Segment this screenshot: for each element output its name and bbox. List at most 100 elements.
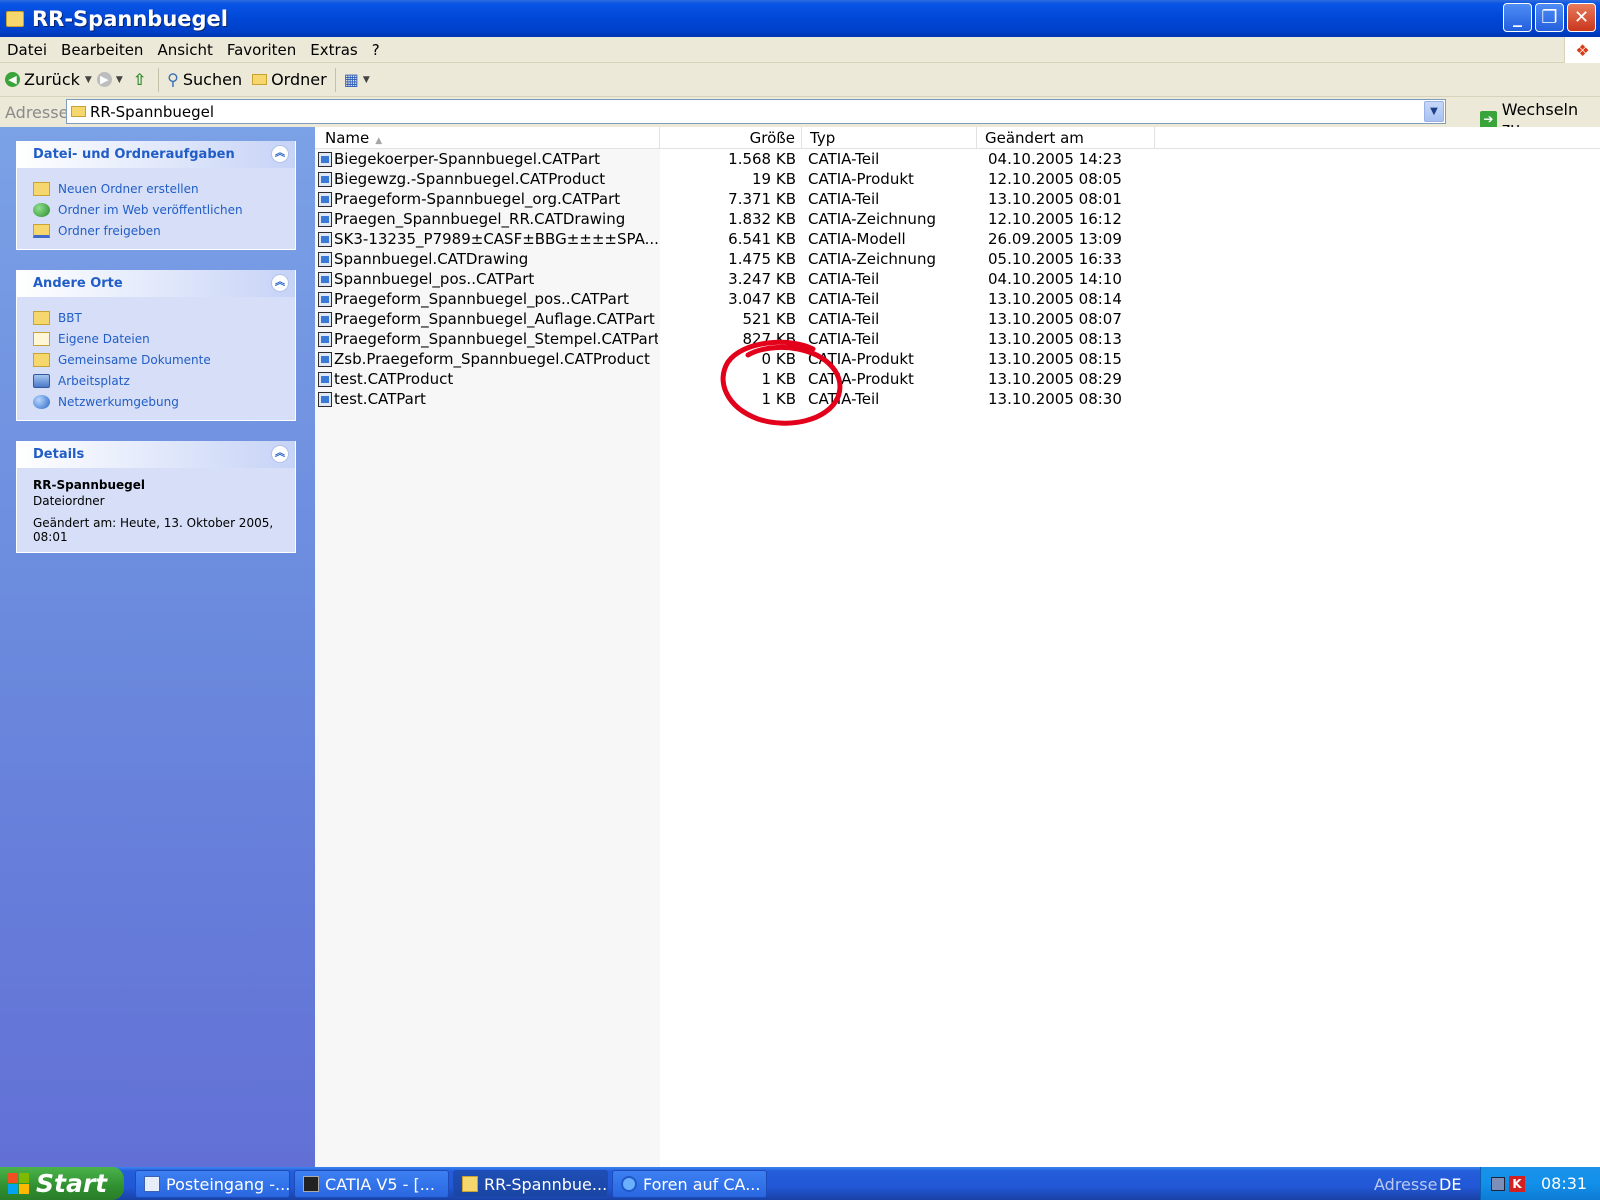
file-date: 13.10.2005 08:15 [988,350,1122,368]
table-row[interactable]: test.CATPart 1 KB CATIA-Teil 13.10.2005 08:… [315,389,1600,409]
column-header-name[interactable]: Name ▲ [315,127,660,149]
file-name-cell[interactable]: Spannbuegel_pos..CATPart [318,269,658,289]
table-row[interactable]: Praegeform-Spannbuegel_org.CATPart 7.371 … [315,189,1600,209]
column-header-type[interactable]: Typ [802,127,977,149]
views-icon: ▦ [343,70,359,89]
file-size: 1 KB [761,370,796,388]
search-button[interactable]: ⚲ Suchen [162,70,247,89]
table-row[interactable]: Praegen_Spannbuegel_RR.CATDrawing 1.832 K… [315,209,1600,229]
details-header[interactable]: Details ︽ [17,441,295,468]
details-panel: Details ︽ RR-Spannbuegel Dateiordner Geä… [16,441,296,553]
back-dropdown-icon[interactable]: ▼ [85,75,92,85]
taskbar-button-outlook[interactable]: Posteingang -... [135,1170,290,1198]
file-name-cell[interactable]: Praegeform_Spannbuegel_Auflage.CATPart [318,309,658,329]
catia-file-icon [318,191,332,207]
clock[interactable]: 08:31 [1541,1174,1587,1193]
taskbar-button-label: Posteingang -... [166,1174,290,1194]
address-dropdown-icon[interactable]: ▼ [1424,101,1444,122]
file-name-cell[interactable]: Praegeform-Spannbuegel_org.CATPart [318,189,658,209]
language-indicator[interactable]: DE [1439,1175,1461,1194]
folders-button[interactable]: Ordner [247,70,332,89]
table-row[interactable]: Praegeform_Spannbuegel_Auflage.CATPart 52… [315,309,1600,329]
file-date: 13.10.2005 08:07 [988,310,1122,328]
place-bbt[interactable]: BBT [33,307,279,328]
views-dropdown-icon: ▼ [362,74,370,85]
file-tasks-header[interactable]: Datei- und Ordneraufgaben ︽ [17,141,295,168]
file-name-cell[interactable]: Praegen_Spannbuegel_RR.CATDrawing [318,209,658,229]
menu-help[interactable]: ? [365,41,387,59]
column-header-size[interactable]: Größe [660,127,802,149]
file-name-cell[interactable]: Spannbuegel.CATDrawing [318,249,658,269]
other-places-header[interactable]: Andere Orte ︽ [17,270,295,297]
file-name: SK3-13235_P7989±CASF±BBG±±±±SPA... [334,230,658,248]
details-title: Details [33,447,85,462]
place-my-documents[interactable]: Eigene Dateien [33,328,279,349]
table-row[interactable]: SK3-13235_P7989±CASF±BBG±±±±SPA... 6.541 … [315,229,1600,249]
table-row[interactable]: Zsb.Praegeform_Spannbuegel.CATProduct 0 K… [315,349,1600,369]
file-name-cell[interactable]: Praegeform_Spannbuegel_pos..CATPart [318,289,658,309]
table-row[interactable]: Spannbuegel_pos..CATPart 3.247 KB CATIA-Te… [315,269,1600,289]
file-name-cell[interactable]: Biegewzg.-Spannbuegel.CATProduct [318,169,658,189]
column-header-date[interactable]: Geändert am [977,127,1155,149]
file-list[interactable]: Name ▲ Größe Typ Geändert am Biegekoerper… [315,127,1600,1167]
file-name-cell[interactable]: Zsb.Praegeform_Spannbuegel.CATProduct [318,349,658,369]
up-button[interactable]: ⇧ [128,70,155,89]
file-name-cell[interactable]: test.CATProduct [318,369,658,389]
file-name-cell[interactable]: Biegekoerper-Spannbuegel.CATPart [318,149,658,169]
taskbar-button-catia[interactable]: CATIA V5 - [... [294,1170,449,1198]
address-field[interactable]: RR-Spannbuegel ▼ [66,99,1446,124]
file-name-cell[interactable]: Praegeform_Spannbuegel_Stempel.CATPart [318,329,658,349]
menu-favorites[interactable]: Favoriten [220,41,303,59]
place-shared-documents[interactable]: Gemeinsame Dokumente [33,349,279,370]
file-name-cell[interactable]: test.CATPart [318,389,658,409]
place-my-computer[interactable]: Arbeitsplatz [33,370,279,391]
file-type: CATIA-Produkt [808,370,914,388]
collapse-icon[interactable]: ︽ [271,445,289,463]
menu-edit[interactable]: Bearbeiten [54,41,150,59]
table-row[interactable]: Spannbuegel.CATDrawing 1.475 KB CATIA-Zeic… [315,249,1600,269]
collapse-icon[interactable]: ︽ [271,145,289,163]
table-row[interactable]: Biegekoerper-Spannbuegel.CATPart 1.568 KB… [315,149,1600,169]
file-size: 1.475 KB [728,250,796,268]
folder-up-icon: ⇧ [132,70,147,89]
back-label: Zurück [24,70,80,89]
taskbar-button-explorer[interactable]: RR-Spannbue... [453,1170,608,1198]
task-label: Ordner im Web veröffentlichen [58,202,243,217]
file-type: CATIA-Zeichnung [808,210,936,228]
start-button[interactable]: Start [0,1167,124,1200]
taskbar-button-browser[interactable]: Foren auf CA... [612,1170,767,1198]
task-share-folder[interactable]: Ordner freigeben [33,220,279,241]
back-button[interactable]: ◀ Zurück [0,70,85,89]
taskbar-address-label[interactable]: Adresse [1374,1175,1437,1194]
address-bar: Adresse RR-Spannbuegel ▼ ➔ Wechseln zu [0,97,1600,138]
task-publish-web[interactable]: Ordner im Web veröffentlichen [33,199,279,220]
table-row[interactable]: Praegeform_Spannbuegel_Stempel.CATPart 82… [315,329,1600,349]
maximize-button[interactable]: ❐ [1535,3,1564,32]
title-bar[interactable]: RR-Spannbuegel _ ❐ ✕ [0,0,1600,37]
menu-tools[interactable]: Extras [303,41,364,59]
antivirus-icon[interactable]: K [1509,1175,1525,1192]
place-network[interactable]: Netzwerkumgebung [33,391,279,412]
toolbar-separator [334,67,336,92]
table-row[interactable]: test.CATProduct 1 KB CATIA-Produkt 13.10.20… [315,369,1600,389]
menu-view[interactable]: Ansicht [150,41,219,59]
minimize-button[interactable]: _ [1503,3,1532,32]
file-size: 3.047 KB [728,290,796,308]
folders-icon [252,74,268,85]
details-name: RR-Spannbuegel [33,478,145,492]
column-header-row: Name ▲ Größe Typ Geändert am [315,127,1600,149]
table-row[interactable]: Biegewzg.-Spannbuegel.CATProduct 19 KB CAT… [315,169,1600,189]
table-row[interactable]: Praegeform_Spannbuegel_pos..CATPart 3.047… [315,289,1600,309]
forward-dropdown-icon: ▼ [115,74,123,85]
place-label: Netzwerkumgebung [58,394,179,409]
forward-button[interactable]: ▶ ▼ [92,72,128,87]
file-name-cell[interactable]: SK3-13235_P7989±CASF±BBG±±±±SPA... [318,229,658,249]
close-button[interactable]: ✕ [1567,3,1596,32]
views-button[interactable]: ▦ ▼ [339,70,375,89]
collapse-icon[interactable]: ︽ [271,274,289,292]
network-status-icon[interactable] [1491,1176,1505,1191]
system-tray: K 08:31 [1480,1167,1600,1200]
details-modified: Geändert am: Heute, 13. Oktober 2005, 08… [33,516,274,544]
task-new-folder[interactable]: Neuen Ordner erstellen [33,178,279,199]
menu-file[interactable]: Datei [0,41,54,59]
